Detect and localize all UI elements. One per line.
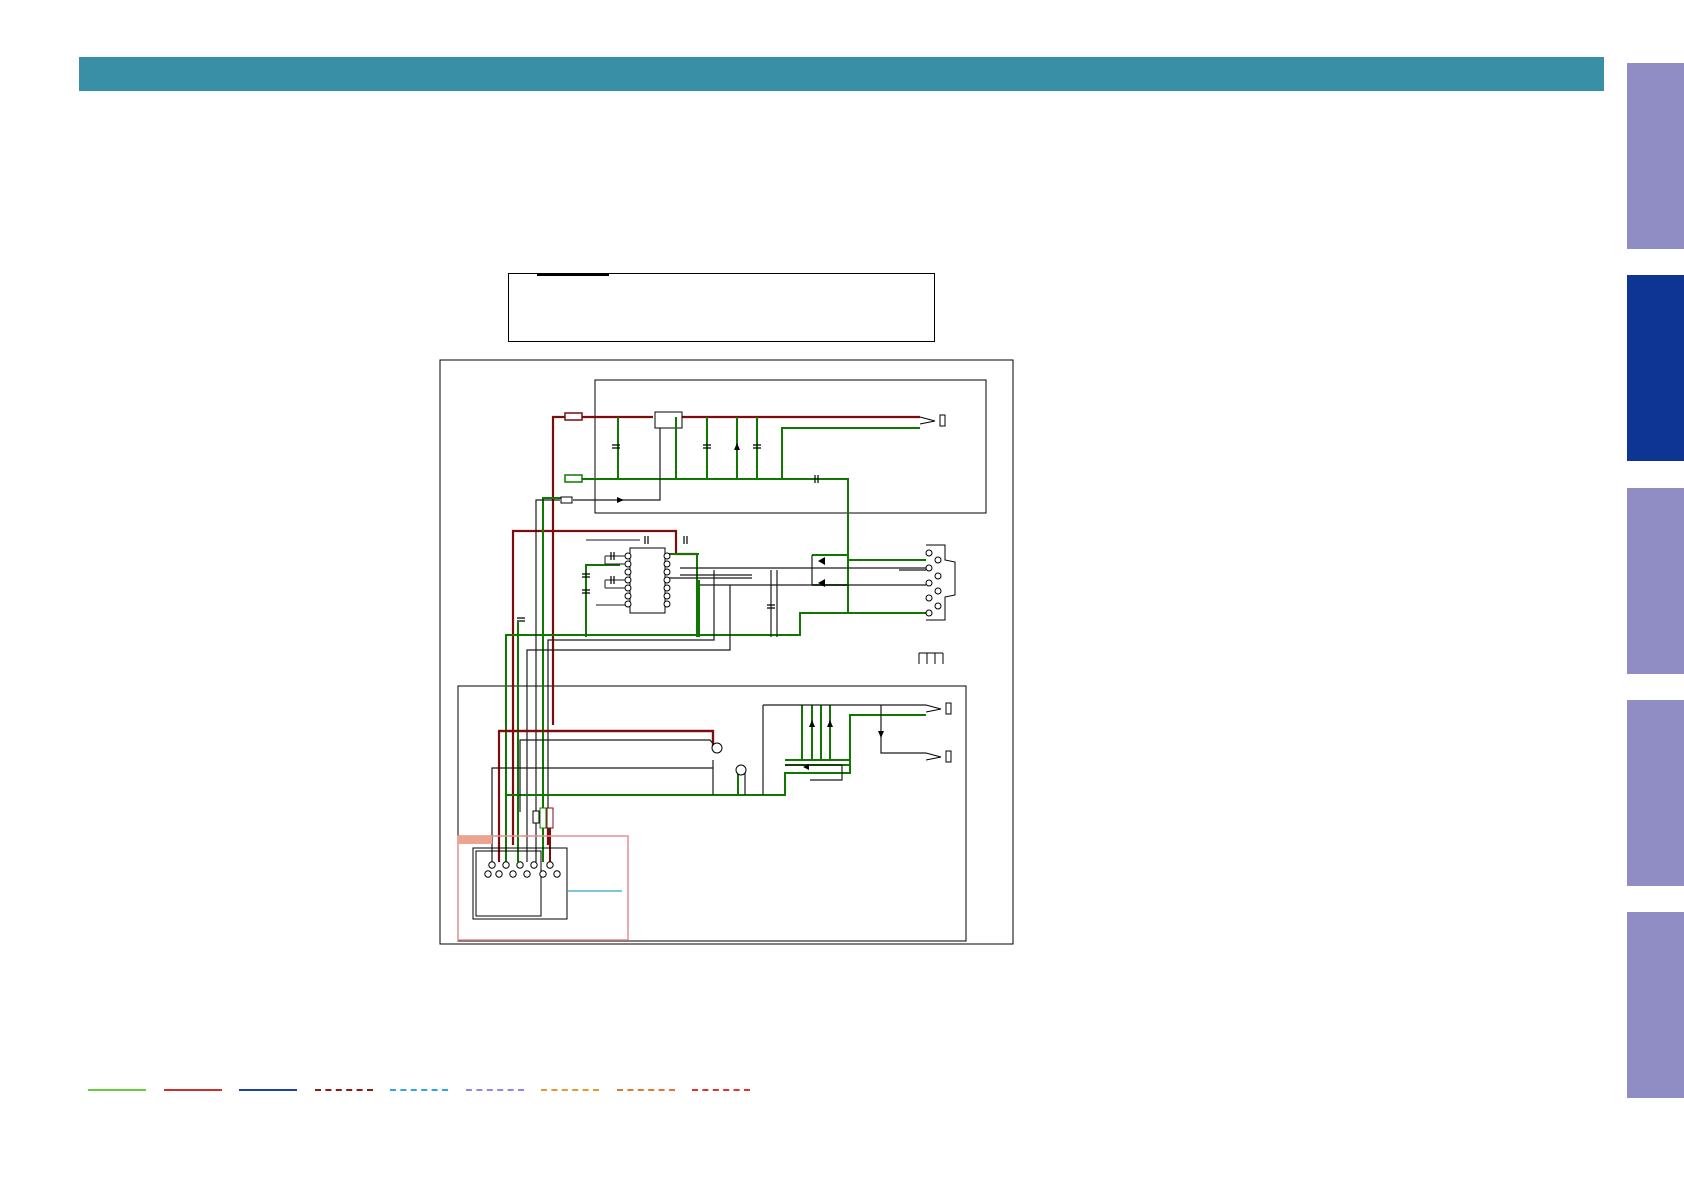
- diode-top: [617, 497, 624, 503]
- legend-line-8: [616, 1089, 675, 1091]
- schematic-diagram: [439, 359, 1014, 945]
- power-block: [594, 379, 987, 514]
- legend-line-7: [541, 1089, 599, 1091]
- fuse-2: [564, 474, 583, 483]
- terminal-inner: [475, 850, 542, 917]
- zener-diode: [734, 443, 740, 450]
- op-amp-ic: [629, 547, 666, 614]
- signal-wires-top: [526, 428, 926, 862]
- connector-out-1: [925, 702, 952, 715]
- transistors: [711, 742, 747, 776]
- legend-line-1: [88, 1089, 146, 1091]
- schematic-frame: [439, 359, 1014, 945]
- ground-symbol: [918, 652, 944, 664]
- connector-power: [919, 414, 946, 427]
- diodes-lower: [803, 720, 884, 770]
- connector-out-2: [925, 750, 952, 763]
- legend-line-6: [465, 1089, 524, 1091]
- legend-line-5: [390, 1089, 448, 1091]
- terminal-pins: [484, 861, 561, 878]
- diode-2: [818, 557, 825, 565]
- resistor-input: [560, 496, 573, 504]
- highlight-tag: [458, 836, 492, 844]
- legend-line-3: [239, 1089, 297, 1091]
- fuse: [564, 412, 583, 421]
- legend-line-2: [163, 1089, 222, 1091]
- legend-line-4: [314, 1089, 373, 1091]
- signal-lower: [491, 704, 926, 862]
- terminal-board: [472, 847, 568, 920]
- legend-line-9: [692, 1089, 750, 1091]
- regulator-ic: [654, 411, 683, 429]
